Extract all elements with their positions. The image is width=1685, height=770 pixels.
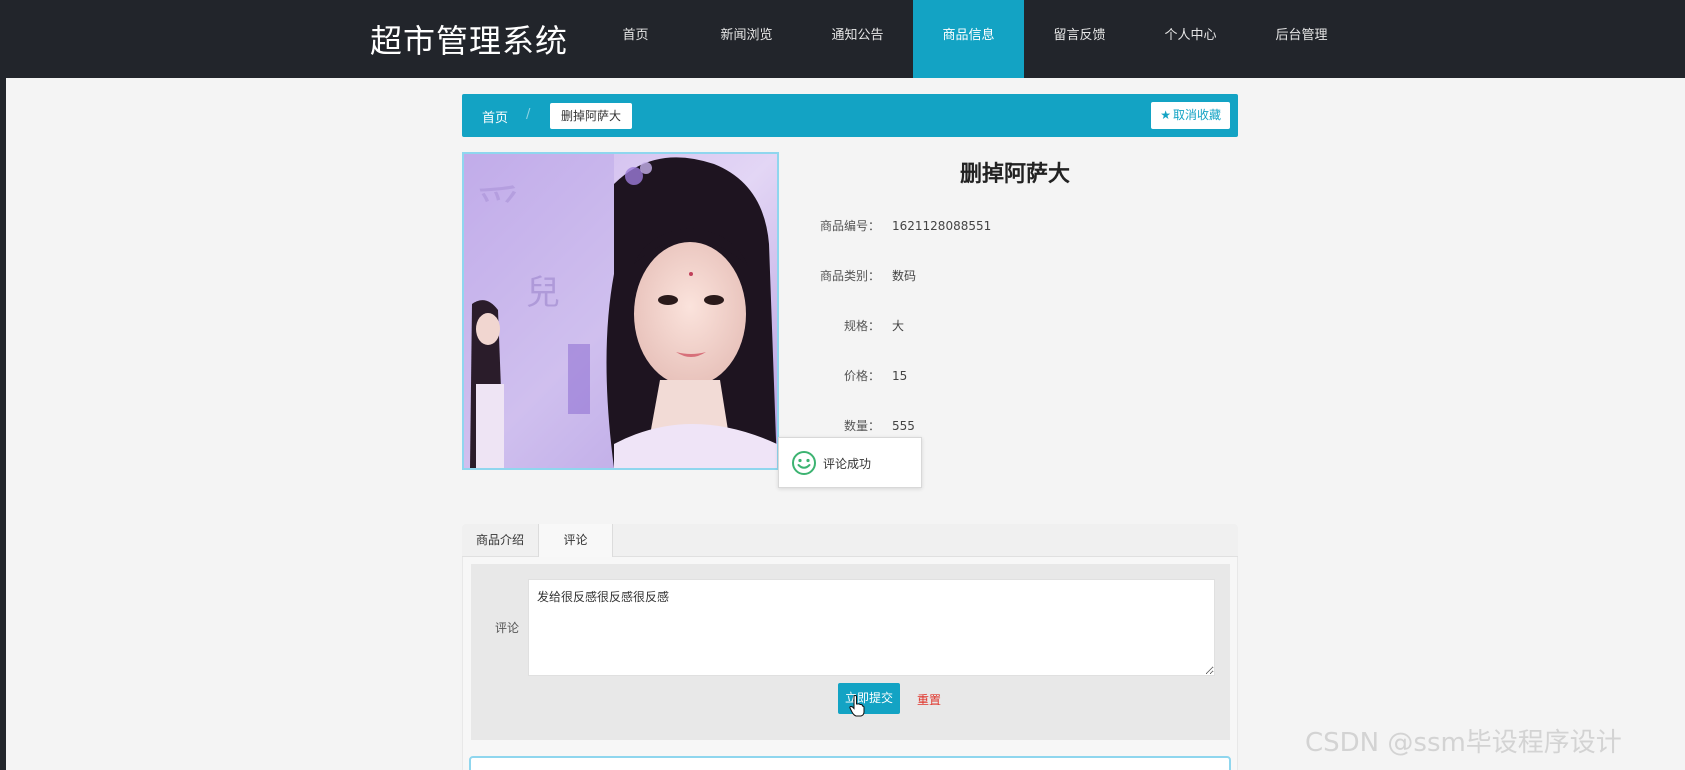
product-title: 删掉阿萨大 (959, 162, 1070, 187)
unfavorite-label: 取消收藏 (1172, 108, 1221, 122)
product-photo: ⺤ 兒 (464, 154, 777, 468)
comment-label: 评论 (495, 621, 520, 635)
success-toast: 评论成功 (778, 437, 922, 488)
breadcrumb-home-link[interactable]: 首页 (482, 107, 508, 126)
detail-tabs: 商品介绍 评论 (462, 524, 1238, 558)
breadcrumb-current: 删掉阿萨大 (550, 103, 633, 129)
main-nav: 首页 新闻浏览 通知公告 商品信息 留言反馈 个人中心 后台管理 (580, 0, 1357, 78)
info-value: 15 (892, 369, 908, 383)
info-row-sku: 商品编号： 1621128088551 (790, 217, 1190, 234)
toast-message: 评论成功 (823, 457, 872, 471)
left-edge (0, 0, 6, 770)
comment-list (469, 756, 1231, 770)
nav-item-admin[interactable]: 后台管理 (1246, 0, 1357, 78)
star-icon: ★ (1160, 108, 1171, 122)
info-value: 数码 (892, 269, 917, 283)
comment-textarea[interactable]: 发给很反感很反感很反感 (528, 579, 1215, 676)
nav-item-notice[interactable]: 通知公告 (802, 0, 913, 78)
svg-text:⺤: ⺤ (476, 181, 522, 235)
nav-item-news[interactable]: 新闻浏览 (691, 0, 802, 78)
product-image[interactable]: ⺤ 兒 (462, 152, 779, 470)
watermark: CSDN @ssm毕设程序设计 (1305, 728, 1622, 758)
svg-text:兒: 兒 (526, 273, 560, 313)
nav-item-products[interactable]: 商品信息 (913, 0, 1024, 78)
info-label: 商品类别： (819, 269, 880, 283)
app-title: 超市管理系统 (370, 22, 569, 60)
reset-button[interactable]: 重置 (917, 691, 941, 708)
info-value: 555 (892, 419, 915, 433)
nav-item-feedback[interactable]: 留言反馈 (1024, 0, 1135, 78)
info-label: 价格： (843, 369, 880, 383)
nav-item-profile[interactable]: 个人中心 (1135, 0, 1246, 78)
info-value: 大 (892, 319, 905, 333)
unfavorite-button[interactable]: ★ 取消收藏 (1151, 102, 1230, 129)
breadcrumb: 首页 / 删掉阿萨大 ★ 取消收藏 (462, 94, 1238, 137)
tab-product-intro[interactable]: 商品介绍 (462, 524, 538, 557)
info-row-price: 价格： 15 (790, 367, 1190, 384)
hand-cursor-icon (849, 695, 865, 717)
info-label: 数量： (843, 419, 880, 433)
info-label: 商品编号： (819, 219, 880, 233)
info-label: 规格： (843, 319, 880, 333)
info-value: 1621128088551 (892, 219, 992, 233)
info-row-quantity: 数量： 555 (790, 417, 1190, 434)
info-row-category: 商品类别： 数码 (790, 267, 1190, 284)
tab-comments[interactable]: 评论 (538, 524, 613, 558)
top-nav-bar: 超市管理系统 首页 新闻浏览 通知公告 商品信息 留言反馈 个人中心 后台管理 (0, 0, 1685, 78)
nav-item-home[interactable]: 首页 (580, 0, 691, 78)
breadcrumb-separator: / (526, 107, 531, 122)
submit-button[interactable]: 立即提交 (838, 683, 900, 714)
info-row-spec: 规格： 大 (790, 317, 1190, 334)
smile-icon (792, 451, 816, 475)
